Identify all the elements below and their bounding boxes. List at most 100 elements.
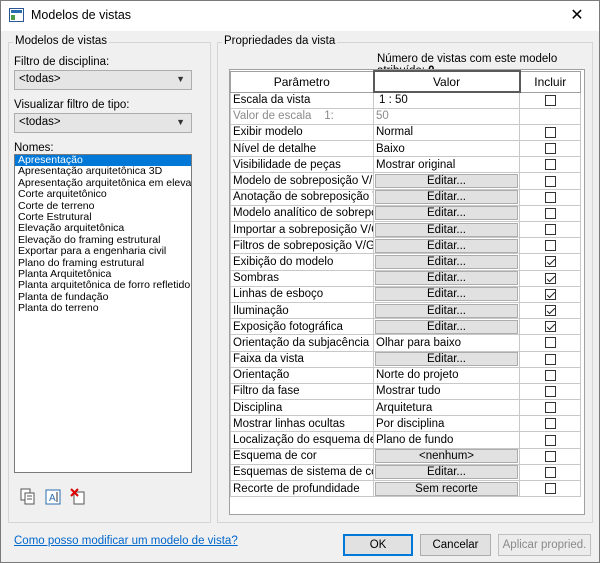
property-edit-button[interactable]: Editar... [375, 271, 518, 286]
property-value-cell[interactable]: Mostrar original [373, 156, 520, 174]
include-cell [519, 204, 581, 223]
include-checkbox[interactable] [544, 353, 556, 365]
property-edit-button[interactable]: Editar... [375, 254, 518, 269]
include-cell [519, 188, 581, 206]
include-checkbox[interactable] [544, 207, 556, 219]
include-checkbox[interactable] [544, 256, 556, 268]
discipline-filter-dropdown[interactable]: <todas> ▼ [14, 70, 192, 90]
include-cell [519, 91, 581, 109]
include-cell [519, 220, 581, 239]
include-checkbox[interactable] [544, 402, 556, 414]
duplicate-button[interactable] [18, 487, 38, 507]
property-edit-button[interactable]: Editar... [375, 222, 518, 237]
property-row: Esquema de cor <nenhum> [230, 447, 581, 465]
property-edit-button[interactable]: Editar... [375, 465, 518, 480]
property-value[interactable]: Olhar para baixo [375, 337, 461, 349]
include-checkbox[interactable] [544, 191, 556, 203]
include-checkbox[interactable] [544, 450, 556, 462]
template-list-item[interactable]: Planta arquitetônica de forro refletido [15, 279, 191, 291]
type-filter-value: <todas> [19, 116, 61, 128]
property-value-cell: Editar... [373, 463, 520, 482]
include-column-header[interactable]: Incluir [519, 70, 581, 93]
cancel-button[interactable]: Cancelar [420, 534, 491, 556]
property-value[interactable]: Plano de fundo [375, 434, 453, 446]
property-edit-button[interactable]: Editar... [375, 319, 518, 334]
property-value-cell[interactable]: Mostrar tudo [373, 382, 520, 401]
property-value-cell[interactable]: Arquitetura [373, 399, 520, 417]
property-value-cell[interactable]: Norte do projeto [373, 366, 520, 384]
property-value-cell[interactable]: Plano de fundo [373, 431, 520, 449]
property-value-cell: Editar... [373, 172, 520, 190]
view-templates-dialog: Modelos de vistas ✕ Modelos de vistas Fi… [0, 0, 600, 563]
property-edit-button[interactable]: Editar... [375, 206, 518, 221]
delete-button[interactable] [69, 487, 89, 507]
include-checkbox[interactable] [544, 143, 556, 155]
property-value[interactable]: Mostrar tudo [375, 385, 441, 397]
include-checkbox[interactable] [544, 418, 556, 430]
property-edit-button[interactable]: Editar... [375, 238, 518, 253]
include-checkbox[interactable] [544, 224, 556, 236]
include-checkbox[interactable] [544, 175, 556, 187]
property-name: Sombras [230, 269, 374, 287]
property-value[interactable]: Norte do projeto [375, 369, 458, 381]
close-button[interactable]: ✕ [555, 1, 599, 31]
property-value-cell[interactable]: Normal [373, 123, 520, 142]
param-column-header[interactable]: Parâmetro [230, 70, 374, 93]
include-cell [519, 447, 581, 465]
property-row: Visibilidade de peças Mostrar original [230, 156, 581, 174]
property-value[interactable]: 1 : 50 [375, 94, 408, 106]
property-value-cell[interactable]: Olhar para baixo [373, 334, 520, 352]
help-link[interactable]: Como posso modificar um modelo de vista? [14, 535, 238, 547]
property-name: Nível de detalhe [230, 140, 374, 158]
include-checkbox[interactable] [544, 369, 556, 381]
template-list-item[interactable]: Corte arquitetônico [15, 188, 191, 200]
property-row: Orientação Norte do projeto [230, 366, 581, 384]
property-edit-button[interactable]: Editar... [375, 287, 518, 302]
property-value[interactable]: Normal [375, 126, 413, 138]
template-names-list[interactable]: Apresentação Apresentação arquitetônica 3… [14, 154, 192, 473]
property-edit-button[interactable]: Sem recorte [375, 481, 518, 496]
rename-button[interactable]: A [43, 487, 63, 507]
include-checkbox[interactable] [544, 434, 556, 446]
property-row: Escala da vista 1 : 50 [230, 91, 581, 109]
property-name: Escala da vista [230, 91, 374, 109]
include-checkbox[interactable] [544, 126, 556, 138]
template-list-item[interactable]: Exportar para a engenharia civil [15, 245, 191, 257]
type-filter-dropdown[interactable]: <todas> ▼ [14, 113, 192, 133]
include-checkbox[interactable] [544, 337, 556, 349]
include-checkbox[interactable] [544, 240, 556, 252]
ok-button[interactable]: OK [343, 534, 413, 556]
property-value[interactable]: Mostrar original [375, 159, 455, 171]
property-edit-button[interactable]: Editar... [375, 190, 518, 205]
property-value-cell[interactable]: 1 : 50 [373, 91, 520, 109]
include-checkbox[interactable] [544, 94, 556, 106]
property-value[interactable]: Baixo [375, 143, 405, 155]
include-cell [519, 301, 581, 320]
property-value[interactable]: Por disciplina [375, 418, 444, 430]
duplicate-icon [20, 488, 35, 505]
property-value-cell: Editar... [373, 301, 520, 320]
chevron-down-icon: ▼ [176, 117, 185, 127]
property-value: 50 [376, 110, 389, 123]
include-checkbox[interactable] [544, 305, 556, 316]
property-edit-button[interactable]: <nenhum> [375, 449, 518, 464]
property-edit-button[interactable]: Editar... [375, 303, 518, 318]
include-checkbox[interactable] [544, 483, 556, 495]
property-value[interactable]: Arquitetura [375, 402, 432, 414]
property-name: Exibição do modelo [230, 253, 374, 271]
property-value-cell[interactable]: Baixo [373, 140, 520, 158]
dialog-title: Modelos de vistas [31, 8, 132, 22]
include-checkbox[interactable] [544, 385, 556, 397]
property-edit-button[interactable]: Editar... [375, 352, 518, 367]
property-value-cell: Editar... [373, 318, 520, 336]
include-checkbox[interactable] [544, 321, 556, 333]
value-column-header[interactable]: Valor [372, 70, 521, 93]
apply-properties-button[interactable]: Aplicar propried. [498, 534, 591, 556]
include-checkbox[interactable] [544, 466, 556, 478]
include-checkbox[interactable] [544, 272, 556, 284]
include-checkbox[interactable] [544, 159, 556, 171]
include-checkbox[interactable] [544, 288, 556, 300]
property-value-cell[interactable]: Por disciplina [373, 415, 520, 433]
template-list-item[interactable]: Planta do terreno [15, 302, 191, 314]
property-edit-button[interactable]: Editar... [375, 174, 518, 189]
